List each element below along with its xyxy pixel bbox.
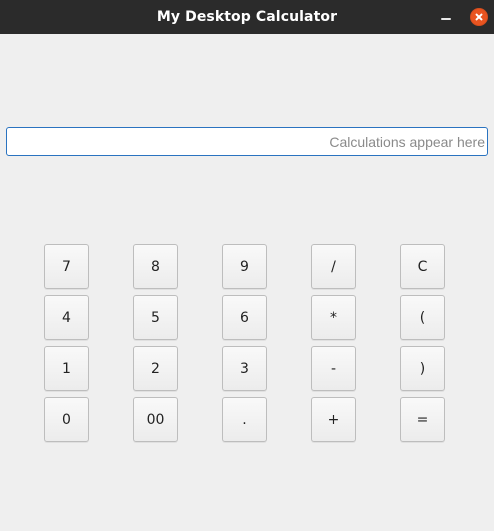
key-7-button[interactable]: 7 — [44, 244, 89, 289]
close-button[interactable] — [469, 0, 489, 34]
key-add-button[interactable]: + — [311, 397, 356, 442]
key-clear-button[interactable]: C — [400, 244, 445, 289]
key-9-button[interactable]: 9 — [222, 244, 267, 289]
key-2-button[interactable]: 2 — [133, 346, 178, 391]
key-multiply-button[interactable]: * — [311, 295, 356, 340]
title-bar[interactable]: My Desktop Calculator — [0, 0, 494, 34]
close-icon — [470, 8, 488, 26]
minimize-icon — [441, 18, 451, 20]
window-title: My Desktop Calculator — [156, 9, 338, 25]
key-4-button[interactable]: 4 — [44, 295, 89, 340]
key-8-button[interactable]: 8 — [133, 244, 178, 289]
key-6-button[interactable]: 6 — [222, 295, 267, 340]
key-00-button[interactable]: 00 — [133, 397, 178, 442]
key-decimal-button[interactable]: . — [222, 397, 267, 442]
keypad: 7 8 9 / C 4 5 6 * ( 1 2 3 - ) 0 00 . + = — [44, 244, 445, 442]
calculator-window: My Desktop Calculator 7 8 9 / C 4 5 6 * … — [0, 0, 494, 531]
calculation-display-input[interactable] — [6, 127, 488, 156]
key-equals-button[interactable]: = — [400, 397, 445, 442]
key-1-button[interactable]: 1 — [44, 346, 89, 391]
key-5-button[interactable]: 5 — [133, 295, 178, 340]
key-divide-button[interactable]: / — [311, 244, 356, 289]
key-open-paren-button[interactable]: ( — [400, 295, 445, 340]
key-subtract-button[interactable]: - — [311, 346, 356, 391]
key-0-button[interactable]: 0 — [44, 397, 89, 442]
key-close-paren-button[interactable]: ) — [400, 346, 445, 391]
key-3-button[interactable]: 3 — [222, 346, 267, 391]
minimize-button[interactable] — [434, 0, 458, 34]
